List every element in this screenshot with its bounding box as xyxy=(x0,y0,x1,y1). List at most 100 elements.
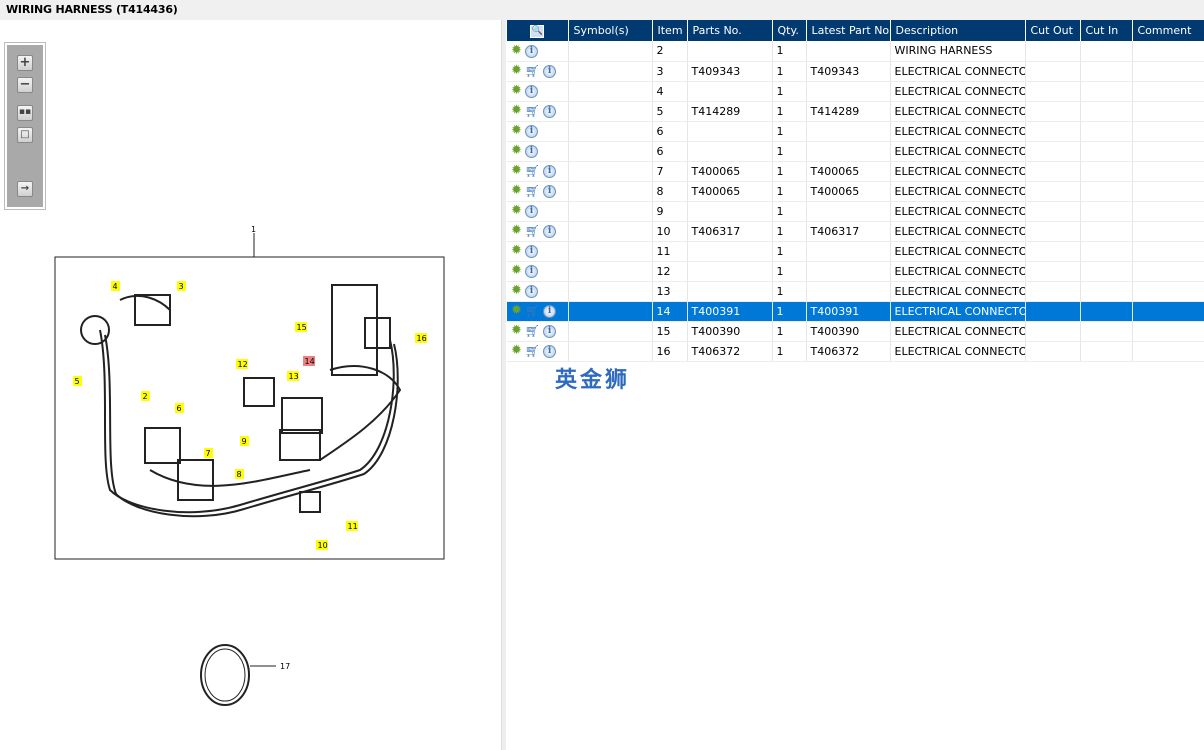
latest-cell: T406317 xyxy=(806,221,891,242)
info-icon[interactable]: i xyxy=(524,144,538,158)
table-row[interactable]: ✹ 🛒︎ i 8 T400065 1 T400065 ELECTRICAL CONNECTOR xyxy=(507,181,1204,202)
callout-10[interactable]: 10 xyxy=(316,540,328,550)
parts-diagram[interactable]: 1 17 4 3 5 2 6 7 8 12 14 13 15 16 9 11 10 xyxy=(0,20,502,750)
info-icon[interactable]: i xyxy=(524,204,538,218)
table-row[interactable]: ✹ i 13 1 ELECTRICAL CONNECTOR xyxy=(507,281,1204,302)
column-header[interactable]: Latest Part No. xyxy=(806,20,891,41)
table-row[interactable]: ✹ 🛒︎ i 14 T400391 1 T400391 ELECTRICAL CONNECTO… xyxy=(507,301,1204,322)
callout-label: 12 xyxy=(238,360,248,369)
cart-icon[interactable]: 🛒︎ xyxy=(525,344,540,358)
callout-8[interactable]: 8 xyxy=(235,469,244,479)
callout-label: 3 xyxy=(179,282,184,291)
column-header[interactable]: Item xyxy=(652,20,688,41)
search-parts-header-icon[interactable]: 🔍 xyxy=(507,20,569,41)
callout-13[interactable]: 13 xyxy=(287,371,299,381)
column-header[interactable]: Qty. xyxy=(772,20,807,41)
gear-icon[interactable]: ✹ xyxy=(511,324,522,337)
table-row[interactable]: ✹ 🛒︎ i 16 T406372 1 T406372 ELECTRICAL CONNECTO… xyxy=(507,341,1204,362)
diagram-panel[interactable]: 1 17 4 3 5 2 6 7 8 12 14 13 15 16 9 11 10 + − ▪▪ □ → xyxy=(0,20,502,750)
cart-icon[interactable]: 🛒︎ xyxy=(525,104,540,118)
table-row[interactable]: ✹ 🛒︎ i 5 T414289 1 T414289 ELECTRICAL CONNECTOR xyxy=(507,101,1204,122)
callout-11[interactable]: 11 xyxy=(346,521,358,531)
cart-icon[interactable]: 🛒︎ xyxy=(525,64,540,78)
column-header[interactable]: Comment xyxy=(1132,20,1204,41)
table-row[interactable]: ✹ 🛒︎ i 7 T400065 1 T400065 ELECTRICAL CONNECTOR xyxy=(507,161,1204,182)
gear-icon[interactable]: ✹ xyxy=(511,264,522,277)
comment-cell xyxy=(1132,121,1204,142)
gear-icon[interactable]: ✹ xyxy=(511,84,522,97)
info-icon[interactable]: i xyxy=(524,244,538,258)
table-row[interactable]: ✹ i 9 1 ELECTRICAL CONNECTOR xyxy=(507,201,1204,222)
info-icon[interactable]: i xyxy=(524,44,538,58)
info-icon[interactable]: i xyxy=(543,164,557,178)
gear-icon[interactable]: ✹ xyxy=(511,284,522,297)
gear-icon[interactable]: ✹ xyxy=(511,44,522,57)
table-row[interactable]: ✹ i 4 1 ELECTRICAL CONNECTOR xyxy=(507,81,1204,102)
cart-icon[interactable]: 🛒︎ xyxy=(525,324,540,338)
gear-icon[interactable]: ✹ xyxy=(511,64,522,77)
zoom-out-icon[interactable]: − xyxy=(17,77,33,93)
info-icon[interactable]: i xyxy=(543,184,557,198)
gear-icon[interactable]: ✹ xyxy=(511,104,522,117)
zoom-in-icon[interactable]: + xyxy=(17,55,33,71)
latest-cell xyxy=(806,281,891,302)
column-header[interactable]: Cut Out xyxy=(1025,20,1081,41)
info-icon[interactable]: i xyxy=(543,64,557,78)
gear-icon[interactable]: ✹ xyxy=(511,164,522,177)
table-row[interactable]: ✹ i 11 1 ELECTRICAL CONNECTOR xyxy=(507,241,1204,262)
info-icon[interactable]: i xyxy=(543,324,557,338)
column-header[interactable]: Cut In xyxy=(1080,20,1133,41)
row-actions: ✹ i xyxy=(507,281,569,302)
callout-4[interactable]: 4 xyxy=(111,281,120,291)
gear-icon[interactable]: ✹ xyxy=(511,144,522,157)
callout-5[interactable]: 5 xyxy=(73,376,82,386)
gear-icon[interactable]: ✹ xyxy=(511,204,522,217)
table-row[interactable]: ✹ i 6 1 ELECTRICAL CONNECTOR xyxy=(507,121,1204,142)
qty-cell: 1 xyxy=(772,61,807,82)
callout-label: 2 xyxy=(143,392,148,401)
fit-all-icon[interactable]: ▪▪ xyxy=(17,105,33,121)
cart-icon[interactable]: 🛒︎ xyxy=(525,184,540,198)
cart-icon[interactable]: 🛒︎ xyxy=(525,164,540,178)
column-header[interactable]: Parts No. xyxy=(687,20,773,41)
panel-splitter[interactable] xyxy=(502,20,506,750)
callout-2[interactable]: 2 xyxy=(141,391,150,401)
column-header[interactable]: Description xyxy=(890,20,1026,41)
table-row[interactable]: ✹ 🛒︎ i 15 T400390 1 T400390 ELECTRICAL CONNECTO… xyxy=(507,321,1204,342)
info-icon[interactable]: i xyxy=(524,84,538,98)
info-icon[interactable]: i xyxy=(543,104,557,118)
info-icon[interactable]: i xyxy=(524,264,538,278)
cart-icon[interactable]: 🛒︎ xyxy=(525,304,540,318)
column-header[interactable]: Symbol(s) xyxy=(568,20,653,41)
gear-icon[interactable]: ✹ xyxy=(511,304,522,317)
info-icon[interactable]: i xyxy=(543,224,557,238)
table-row[interactable]: ✹ i 6 1 ELECTRICAL CONNECTOR xyxy=(507,141,1204,162)
gear-icon[interactable]: ✹ xyxy=(511,344,522,357)
export-icon[interactable]: → xyxy=(17,181,33,197)
info-icon[interactable]: i xyxy=(543,344,557,358)
table-row[interactable]: ✹ 🛒︎ i 10 T406317 1 T406317 ELECTRICAL CONNECTO… xyxy=(507,221,1204,242)
qty-cell: 1 xyxy=(772,261,807,282)
gear-icon[interactable]: ✹ xyxy=(511,124,522,137)
callout-12[interactable]: 12 xyxy=(236,359,248,369)
callout-3[interactable]: 3 xyxy=(177,281,186,291)
info-icon[interactable]: i xyxy=(524,124,538,138)
table-row[interactable]: ✹ 🛒︎ i 3 T409343 1 T409343 ELECTRICAL CONNECTOR xyxy=(507,61,1204,82)
cart-icon[interactable]: 🛒︎ xyxy=(525,224,540,238)
parts-cell xyxy=(687,281,773,302)
table-row[interactable]: ✹ i 2 1 WIRING HARNESS xyxy=(507,41,1204,62)
callout-7[interactable]: 7 xyxy=(204,448,213,458)
info-icon[interactable]: i xyxy=(543,304,557,318)
fit-window-icon[interactable]: □ xyxy=(17,127,33,143)
latest-cell xyxy=(806,41,891,62)
gear-icon[interactable]: ✹ xyxy=(511,224,522,237)
info-icon[interactable]: i xyxy=(524,284,538,298)
callout-6[interactable]: 6 xyxy=(175,403,184,413)
table-row[interactable]: ✹ i 12 1 ELECTRICAL CONNECTOR xyxy=(507,261,1204,282)
gear-icon[interactable]: ✹ xyxy=(511,184,522,197)
callout-14[interactable]: 14 xyxy=(303,356,315,366)
gear-icon[interactable]: ✹ xyxy=(511,244,522,257)
callout-16[interactable]: 16 xyxy=(415,333,427,343)
callout-9[interactable]: 9 xyxy=(240,436,249,446)
callout-15[interactable]: 15 xyxy=(295,322,307,332)
